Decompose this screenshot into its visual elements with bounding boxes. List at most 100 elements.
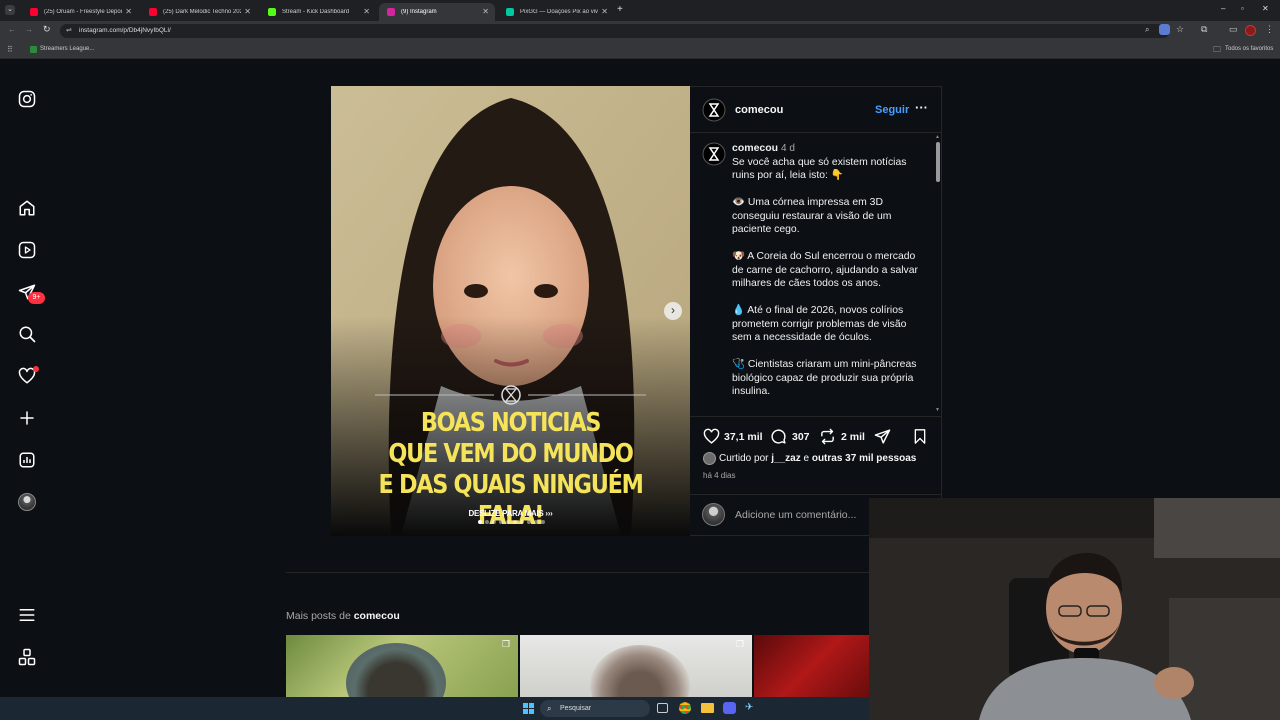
repost-count[interactable]: 2 mil bbox=[841, 431, 865, 443]
post-image-carousel[interactable]: BOAS NOTICIAS QUE VEM DO MUNDO E DAS QUA… bbox=[331, 86, 690, 536]
tab-title: Stream - Kick Dashboard bbox=[282, 9, 350, 15]
browser-tab[interactable]: (9) Instagram ✕ bbox=[379, 3, 495, 21]
messages-badge: 9+ bbox=[28, 292, 45, 304]
start-button[interactable] bbox=[523, 703, 534, 714]
bookmark-item[interactable]: Streamers League... bbox=[40, 46, 94, 52]
forward-icon[interactable]: → bbox=[25, 25, 33, 34]
save-icon[interactable] bbox=[912, 428, 928, 445]
tab-favicon bbox=[268, 8, 276, 16]
tab-search-button[interactable]: ⌄ bbox=[5, 5, 15, 15]
carousel-dot bbox=[534, 520, 538, 524]
notification-dot bbox=[33, 366, 39, 372]
more-posts-prefix: Mais posts de bbox=[286, 610, 351, 622]
liked-by-user[interactable]: j__zaz bbox=[771, 453, 800, 464]
chrome-taskbar-icon[interactable] bbox=[679, 702, 691, 714]
home-icon[interactable] bbox=[18, 199, 36, 217]
dashboard-icon[interactable] bbox=[18, 451, 36, 469]
liked-by-avatar bbox=[703, 452, 716, 465]
task-view-icon[interactable] bbox=[657, 703, 668, 713]
liked-by-others[interactable]: outras 37 mil pessoas bbox=[812, 453, 917, 464]
commenter-avatar bbox=[702, 503, 725, 526]
reels-icon[interactable] bbox=[18, 241, 36, 259]
browser-tab[interactable]: PixGG — Doações Pix ao vivo p...✕ bbox=[498, 3, 614, 21]
carousel-dot bbox=[492, 520, 496, 524]
swipe-text: DESLIZE PARA MAIS bbox=[468, 509, 544, 518]
url-text: instagram.com/p/Db4jNvyIbQLl/ bbox=[79, 27, 171, 34]
back-icon[interactable]: ← bbox=[8, 25, 16, 34]
more-options-icon[interactable]: ··· bbox=[915, 100, 928, 115]
caption-username[interactable]: comecou bbox=[732, 142, 778, 154]
caption-item: 💧 Até o final de 2026, novos colírios pr… bbox=[732, 305, 907, 343]
carousel-dot bbox=[513, 520, 517, 524]
like-count[interactable]: 37,1 mil bbox=[724, 431, 763, 443]
zoom-icon[interactable]: ⌕ bbox=[1145, 25, 1149, 35]
search-icon[interactable] bbox=[18, 325, 36, 343]
taskbar-search[interactable]: ⌕ Pesquisar bbox=[540, 700, 650, 717]
caption-author-avatar[interactable] bbox=[702, 142, 726, 166]
tab-favicon bbox=[506, 8, 514, 16]
grid-thumbnail[interactable]: ❐ bbox=[520, 635, 752, 697]
caption-scrollbar[interactable]: ▲ ▼ bbox=[935, 134, 941, 415]
taskbar-search-placeholder: Pesquisar bbox=[560, 705, 592, 712]
comment-icon[interactable] bbox=[770, 428, 787, 445]
instagram-logo-icon[interactable] bbox=[18, 90, 36, 108]
carousel-dot bbox=[527, 520, 531, 524]
liked-by-text: Curtido por j__zaz e outras 37 mil pesso… bbox=[719, 453, 916, 464]
discord-taskbar-icon[interactable] bbox=[723, 702, 736, 714]
comment-input[interactable]: Adicione um comentário... bbox=[735, 509, 856, 521]
swipe-hint: DESLIZE PARA MAIS ››› bbox=[331, 509, 690, 518]
more-posts-heading: Mais posts de comecou bbox=[286, 610, 400, 622]
carousel-icon: ❐ bbox=[735, 639, 744, 649]
carousel-next-button[interactable]: › bbox=[664, 302, 682, 320]
tab-close-icon[interactable]: ✕ bbox=[125, 7, 132, 16]
webcam-image bbox=[869, 498, 1280, 720]
apps-grid-icon[interactable]: ⠿ bbox=[7, 45, 13, 54]
app-taskbar-icon[interactable]: ✈ bbox=[745, 702, 753, 713]
profile-avatar[interactable] bbox=[18, 493, 36, 511]
minimize-button[interactable]: – bbox=[1221, 4, 1225, 13]
browser-tab[interactable]: (25) Dark Melodic Techno 2026...✕ bbox=[141, 3, 257, 21]
tab-close-icon[interactable]: ✕ bbox=[244, 7, 251, 16]
browser-tab-bar: ⌄ (25) Oruam - Freestyle Depois... ✕ (25) … bbox=[0, 0, 1280, 21]
grid-thumbnail[interactable] bbox=[754, 635, 869, 697]
extensions-icon[interactable]: ⧉ bbox=[1201, 24, 1207, 35]
new-tab-button[interactable]: + bbox=[617, 4, 623, 15]
more-posts-user[interactable]: comecou bbox=[354, 610, 400, 622]
headline-line: BOAS NOTICIAS bbox=[420, 408, 602, 438]
liked-by-and: e bbox=[803, 453, 810, 464]
reload-icon[interactable]: ↻ bbox=[43, 24, 51, 35]
caption-item: 👁️ Uma córnea impressa em 3D conseguiu r… bbox=[732, 197, 892, 235]
browser-tab[interactable]: (25) Oruam - Freestyle Depois... ✕ bbox=[22, 3, 138, 21]
translate-icon[interactable] bbox=[1159, 24, 1170, 35]
sidepanel-icon[interactable]: ▭ bbox=[1229, 24, 1238, 35]
menu-icon[interactable] bbox=[18, 606, 36, 624]
browser-tab[interactable]: Stream - Kick Dashboard ✕ bbox=[260, 3, 376, 21]
author-username[interactable]: comecou bbox=[735, 104, 783, 116]
tab-close-icon[interactable]: ✕ bbox=[482, 7, 489, 16]
tab-title: (25) Dark Melodic Techno 2026... bbox=[163, 9, 241, 15]
like-icon[interactable] bbox=[703, 428, 720, 445]
chrome-menu-icon[interactable]: ⋮ bbox=[1265, 24, 1274, 35]
threads-icon[interactable] bbox=[18, 648, 36, 666]
explorer-taskbar-icon[interactable] bbox=[701, 703, 714, 713]
restore-button[interactable]: ▫ bbox=[1241, 4, 1244, 13]
close-window-button[interactable]: ✕ bbox=[1262, 4, 1269, 13]
create-icon[interactable] bbox=[18, 409, 36, 427]
site-info-icon[interactable]: ⇌ bbox=[66, 24, 72, 38]
follow-button[interactable]: Seguir bbox=[875, 104, 909, 116]
folder-icon: 🗀 bbox=[1213, 45, 1221, 54]
divider bbox=[286, 572, 869, 573]
grid-thumbnail[interactable]: ❐ bbox=[286, 635, 518, 697]
all-bookmarks[interactable]: Todos os favoritos bbox=[1225, 46, 1273, 52]
tab-close-icon[interactable]: ✕ bbox=[601, 7, 608, 16]
profile-avatar[interactable] bbox=[1245, 25, 1256, 36]
tab-favicon bbox=[387, 8, 395, 16]
bookmark-star-icon[interactable]: ☆ bbox=[1176, 24, 1184, 35]
url-bar[interactable]: ⇌ instagram.com/p/Db4jNvyIbQLl/ bbox=[60, 24, 1170, 38]
author-avatar[interactable] bbox=[702, 98, 726, 122]
comment-count[interactable]: 307 bbox=[792, 431, 810, 443]
tab-close-icon[interactable]: ✕ bbox=[363, 7, 370, 16]
repost-icon[interactable] bbox=[819, 428, 836, 445]
post-header: comecou Seguir ··· bbox=[690, 87, 941, 133]
share-icon[interactable] bbox=[874, 428, 891, 445]
